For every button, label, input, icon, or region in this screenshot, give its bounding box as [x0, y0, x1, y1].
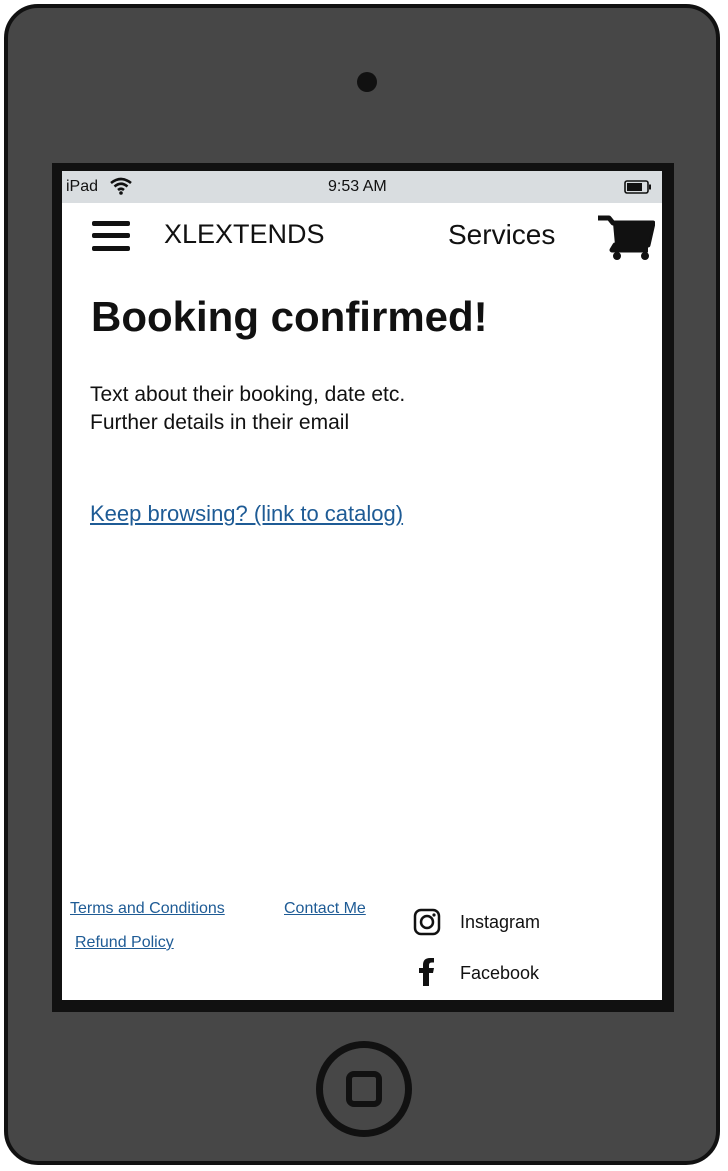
wifi-icon — [110, 177, 132, 195]
facebook-icon[interactable] — [417, 957, 435, 987]
battery-icon — [624, 180, 651, 194]
booking-details-text: Text about their booking, date etc. — [90, 383, 406, 406]
screen: iPad 9:53 AM XLEXTENDS Services Booking … — [62, 171, 662, 1000]
status-time: 9:53 AM — [328, 178, 387, 195]
facebook-label[interactable]: Facebook — [460, 963, 539, 984]
keep-browsing-link[interactable]: Keep browsing? (link to catalog) — [90, 501, 403, 527]
hamburger-menu-icon[interactable] — [92, 221, 130, 251]
home-button[interactable] — [316, 1041, 412, 1137]
page-title: Booking confirmed! — [91, 293, 488, 340]
contact-link[interactable]: Contact Me — [284, 900, 366, 918]
camera-icon — [357, 72, 377, 92]
shopping-cart-icon[interactable] — [597, 213, 655, 261]
terms-link[interactable]: Terms and Conditions — [70, 900, 225, 918]
services-nav-link[interactable]: Services — [448, 219, 555, 251]
status-device-label: iPad — [66, 178, 99, 195]
home-square-icon — [346, 1071, 382, 1107]
refund-policy-link[interactable]: Refund Policy — [75, 934, 174, 952]
instagram-icon[interactable] — [413, 908, 441, 936]
instagram-label[interactable]: Instagram — [460, 912, 540, 933]
email-details-text: Further details in their email — [90, 411, 350, 434]
brand-logo-text[interactable]: XLEXTENDS — [164, 219, 325, 250]
status-bar: iPad 9:53 AM — [62, 171, 662, 203]
